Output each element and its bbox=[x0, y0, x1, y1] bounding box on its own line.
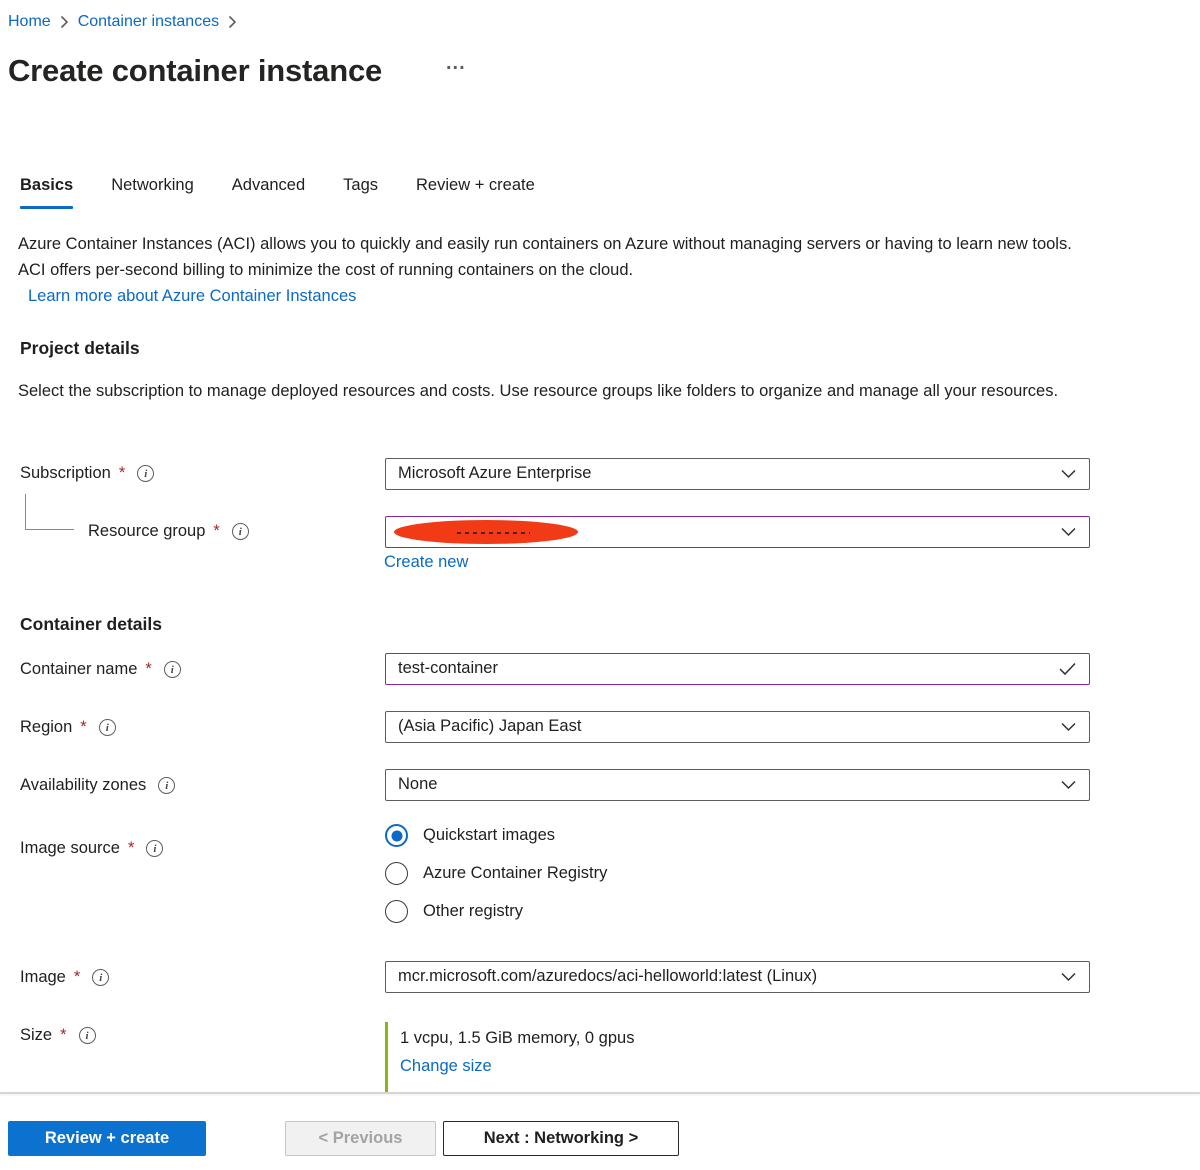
review-create-button[interactable]: Review + create bbox=[8, 1121, 206, 1156]
container-name-value: test-container bbox=[398, 654, 1045, 683]
image-value: mcr.microsoft.com/azuredocs/aci-hellowor… bbox=[398, 962, 1045, 991]
region-value: (Asia Pacific) Japan East bbox=[398, 712, 1045, 741]
radio-unselected-icon bbox=[385, 862, 408, 885]
intro-text: Azure Container Instances (ACI) allows y… bbox=[18, 235, 1072, 279]
container-name-input[interactable]: test-container bbox=[385, 653, 1090, 685]
size-value: 1 vcpu, 1.5 GiB memory, 0 gpus bbox=[400, 1029, 1085, 1048]
subscription-dropdown[interactable]: Microsoft Azure Enterprise bbox=[385, 458, 1090, 490]
info-icon[interactable]: i bbox=[232, 523, 249, 540]
project-details-description: Select the subscription to manage deploy… bbox=[18, 379, 1076, 405]
image-dropdown[interactable]: mcr.microsoft.com/azuredocs/aci-hellowor… bbox=[385, 961, 1090, 993]
availability-zones-dropdown[interactable]: None bbox=[385, 769, 1090, 801]
size-label: Size* i bbox=[20, 1026, 96, 1045]
tab-advanced[interactable]: Advanced bbox=[232, 176, 305, 209]
previous-button[interactable]: < Previous bbox=[285, 1121, 436, 1156]
create-new-link[interactable]: Create new bbox=[384, 553, 468, 572]
footer-divider bbox=[0, 1092, 1200, 1094]
resource-group-label: Resource group* i bbox=[88, 522, 249, 541]
availability-zones-value: None bbox=[398, 770, 1045, 799]
breadcrumb: Home Container instances bbox=[8, 13, 237, 31]
info-icon[interactable]: i bbox=[164, 661, 181, 678]
chevron-down-icon bbox=[1061, 470, 1076, 479]
info-icon[interactable]: i bbox=[79, 1027, 96, 1044]
subscription-value: Microsoft Azure Enterprise bbox=[398, 459, 1045, 488]
tab-bar: Basics Networking Advanced Tags Review +… bbox=[20, 176, 535, 209]
required-asterisk: * bbox=[128, 839, 134, 858]
chevron-down-icon bbox=[1061, 781, 1076, 790]
region-label: Region* i bbox=[20, 718, 116, 737]
container-details-heading: Container details bbox=[20, 614, 162, 635]
change-size-link[interactable]: Change size bbox=[400, 1057, 492, 1076]
breadcrumb-link-container-instances[interactable]: Container instances bbox=[78, 13, 219, 31]
nesting-connector-line bbox=[25, 494, 74, 530]
required-asterisk: * bbox=[80, 718, 86, 737]
image-source-label: Image source* i bbox=[20, 839, 163, 858]
required-asterisk: * bbox=[119, 464, 125, 483]
subscription-label: Subscription* i bbox=[20, 464, 154, 483]
next-networking-button[interactable]: Next : Networking > bbox=[443, 1121, 679, 1156]
learn-more-link[interactable]: Learn more about Azure Container Instanc… bbox=[28, 284, 356, 310]
image-source-radio-group: Quickstart images Azure Container Regist… bbox=[385, 822, 607, 936]
required-asterisk: * bbox=[145, 660, 151, 679]
tab-basics[interactable]: Basics bbox=[20, 176, 73, 209]
image-label: Image* i bbox=[20, 968, 109, 987]
radio-selected-icon bbox=[385, 824, 408, 847]
breadcrumb-link-home[interactable]: Home bbox=[8, 13, 51, 31]
container-name-label: Container name* i bbox=[20, 660, 181, 679]
redaction-overlay bbox=[394, 520, 578, 544]
size-summary-block: 1 vcpu, 1.5 GiB memory, 0 gpus Change si… bbox=[385, 1022, 1085, 1092]
resource-group-dropdown[interactable] bbox=[385, 516, 1090, 548]
info-icon[interactable]: i bbox=[92, 969, 109, 986]
info-icon[interactable]: i bbox=[158, 777, 175, 794]
project-details-heading: Project details bbox=[20, 338, 140, 359]
required-asterisk: * bbox=[74, 968, 80, 987]
intro-text-block: Azure Container Instances (ACI) allows y… bbox=[18, 232, 1086, 310]
required-asterisk: * bbox=[213, 522, 219, 541]
chevron-down-icon bbox=[1061, 528, 1076, 537]
tab-networking[interactable]: Networking bbox=[111, 176, 194, 209]
chevron-down-icon bbox=[1061, 723, 1076, 732]
availability-zones-label: Availability zones i bbox=[20, 776, 175, 795]
chevron-down-icon bbox=[1061, 973, 1076, 982]
breadcrumb-chevron-icon bbox=[228, 15, 237, 29]
page-title: Create container instance bbox=[8, 53, 382, 89]
valid-check-icon bbox=[1059, 663, 1076, 676]
region-dropdown[interactable]: (Asia Pacific) Japan East bbox=[385, 711, 1090, 743]
radio-unselected-icon bbox=[385, 900, 408, 923]
radio-quickstart-images[interactable]: Quickstart images bbox=[385, 822, 607, 849]
required-asterisk: * bbox=[60, 1026, 66, 1045]
info-icon[interactable]: i bbox=[137, 465, 154, 482]
tab-review-create[interactable]: Review + create bbox=[416, 176, 535, 209]
create-container-instance-page: Home Container instances Create containe… bbox=[0, 0, 1200, 1170]
radio-azure-container-registry[interactable]: Azure Container Registry bbox=[385, 860, 607, 887]
breadcrumb-chevron-icon bbox=[60, 15, 69, 29]
more-menu-button[interactable]: ... bbox=[446, 52, 466, 75]
tab-tags[interactable]: Tags bbox=[343, 176, 378, 209]
info-icon[interactable]: i bbox=[99, 719, 116, 736]
radio-other-registry[interactable]: Other registry bbox=[385, 898, 607, 925]
info-icon[interactable]: i bbox=[146, 840, 163, 857]
